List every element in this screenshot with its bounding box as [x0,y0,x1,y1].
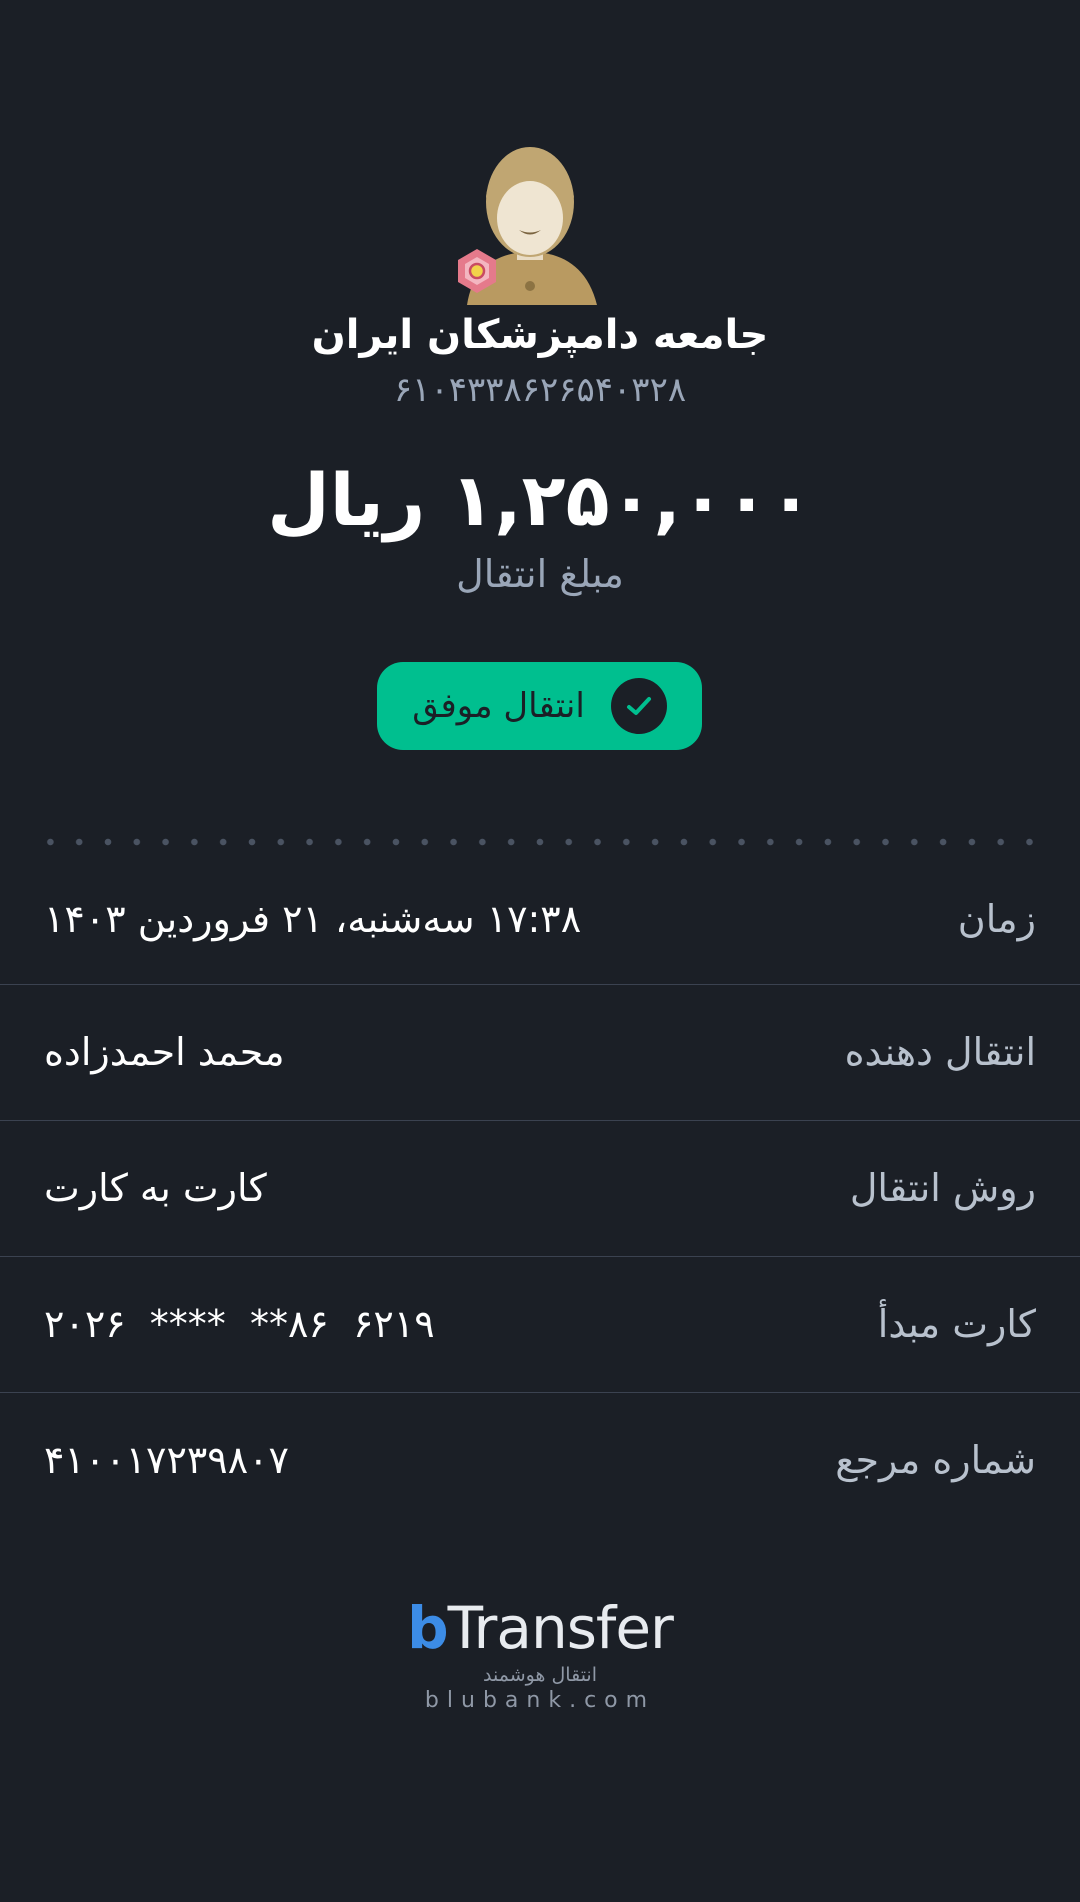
detail-value: ۴۱۰۰۱۷۲۳۹۸۰۷ [44,1438,289,1482]
detail-row-source-card: کارت مبدأ ۶۲۱۹ ۸۶** **** ۲۰۲۶ [0,1257,1080,1391]
recipient-name: جامعه دامپزشکان ایران [311,312,769,358]
detail-row-reference: شماره مرجع ۴۱۰۰۱۷۲۳۹۸۰۷ [0,1393,1080,1527]
detail-label: کارت مبدأ [877,1302,1036,1346]
btransfer-logo: bTransfer [0,1594,1080,1662]
bank-logo-icon [452,246,502,296]
detail-label: روش انتقال [849,1166,1036,1210]
detail-label: انتقال دهنده [844,1030,1036,1074]
detail-value: ۶۲۱۹ ۸۶** **** ۲۰۲۶ [44,1302,435,1346]
logo-text: Transfer [447,1594,674,1662]
status-label: انتقال موفق [412,686,585,726]
amount-caption: مبلغ انتقال [456,552,624,596]
check-icon [610,678,667,734]
detail-row-sender: انتقال دهنده محمد احمدزاده [0,985,1080,1119]
transfer-amount: ۱,۲۵۰,۰۰۰ ریال [267,458,813,542]
detail-row-method: روش انتقال کارت به کارت [0,1121,1080,1255]
recipient-account-number: ۶۱۰۴۳۳۸۶۲۶۵۴۰۳۲۸ [393,370,687,410]
detail-value: ۱۷:۳۸ سه‌شنبه، ۲۱ فروردین ۱۴۰۳ [44,897,582,941]
detail-value: کارت به کارت [44,1166,267,1210]
detail-row-time: زمان ۱۷:۳۸ سه‌شنبه، ۲۱ فروردین ۱۴۰۳ [0,852,1080,986]
dotted-separator [36,836,1044,848]
detail-value: محمد احمدزاده [44,1030,285,1074]
logo-b: b [407,1594,449,1662]
brand-domain: blubank.com [424,1688,656,1713]
brand-tagline: انتقال هوشمند [483,1664,597,1686]
status-badge: انتقال موفق [377,662,702,750]
detail-label: زمان [957,897,1036,941]
detail-label: شماره مرجع [835,1438,1036,1482]
